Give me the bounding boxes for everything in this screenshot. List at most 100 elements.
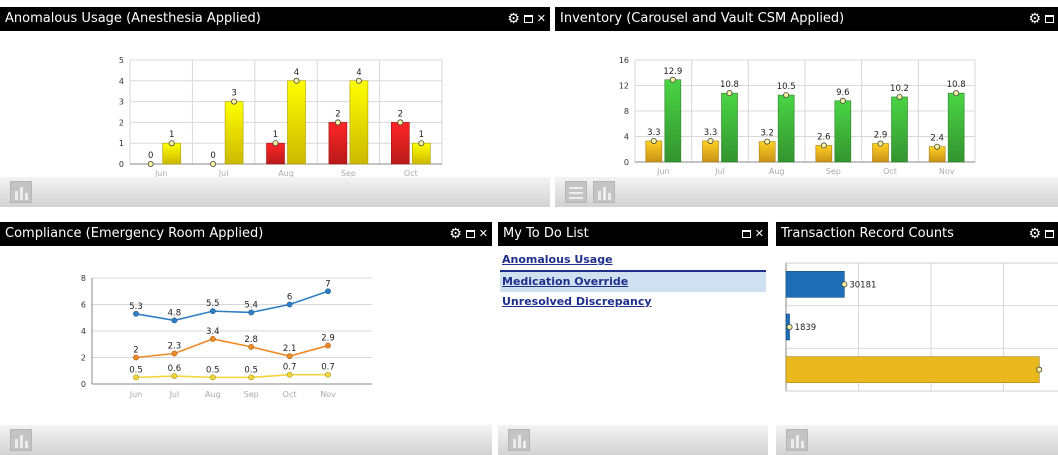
x-tick-label: Jun bbox=[129, 390, 143, 399]
panel-title: Inventory (Carousel and Vault CSM Applie… bbox=[560, 11, 845, 26]
bar bbox=[785, 356, 1040, 383]
series-line bbox=[135, 373, 328, 379]
data-point bbox=[133, 354, 139, 361]
close-icon[interactable]: ✕ bbox=[755, 227, 764, 241]
table-icon[interactable] bbox=[565, 181, 587, 203]
y-tick-label: 8 bbox=[624, 107, 629, 116]
chart-icon[interactable] bbox=[10, 429, 32, 451]
data-label: 2.1 bbox=[283, 344, 297, 354]
bar bbox=[162, 142, 181, 165]
x-tick-label: Aug bbox=[205, 390, 221, 399]
data-point bbox=[133, 310, 139, 317]
data-label: 0.5 bbox=[244, 365, 258, 375]
todo-titlebar[interactable]: My To Do List ✕ bbox=[498, 222, 768, 246]
data-point bbox=[325, 288, 331, 295]
bar-marker bbox=[839, 97, 846, 104]
minimize-icon[interactable] bbox=[1045, 15, 1054, 23]
close-icon[interactable]: ✕ bbox=[479, 227, 488, 241]
y-tick-label: 5 bbox=[119, 56, 124, 65]
data-point bbox=[209, 336, 216, 342]
bar-marker bbox=[669, 76, 676, 83]
data-point bbox=[133, 374, 139, 381]
data-label: 1 bbox=[419, 130, 424, 140]
data-label: 10.2 bbox=[890, 84, 909, 94]
bar-marker bbox=[272, 140, 279, 147]
x-tick-label: Sep bbox=[826, 167, 841, 176]
bar bbox=[390, 122, 410, 165]
y-tick-label: 8 bbox=[81, 274, 86, 283]
chart-icon[interactable] bbox=[508, 429, 530, 451]
panel-footer bbox=[0, 425, 492, 455]
y-tick-label: 6 bbox=[81, 301, 86, 310]
chart-icon[interactable] bbox=[786, 429, 808, 451]
y-tick-label: 0 bbox=[624, 158, 629, 167]
bar bbox=[777, 94, 795, 163]
data-label: 2.9 bbox=[874, 131, 888, 141]
x-tick-label: Oct bbox=[283, 390, 297, 399]
x-tick-label: Nov bbox=[939, 167, 955, 176]
bar bbox=[664, 79, 682, 163]
bar-marker bbox=[953, 90, 960, 97]
minimize-icon[interactable] bbox=[1045, 230, 1054, 238]
data-label: 2.4 bbox=[930, 134, 944, 144]
close-icon[interactable]: ✕ bbox=[537, 12, 546, 26]
x-tick-label: Jul bbox=[169, 390, 180, 399]
gear-icon[interactable]: ⚙ bbox=[507, 12, 520, 26]
chart-icon[interactable] bbox=[593, 181, 615, 203]
y-tick-label: 0 bbox=[119, 160, 124, 169]
panel-footer bbox=[0, 177, 550, 207]
inventory-titlebar[interactable]: Inventory (Carousel and Vault CSM Applie… bbox=[555, 7, 1058, 31]
anomalous-usage-panel: Anomalous Usage (Anesthesia Applied) ⚙ ✕… bbox=[0, 7, 550, 207]
minimize-icon[interactable] bbox=[465, 230, 475, 238]
gear-icon[interactable]: ⚙ bbox=[449, 227, 462, 241]
bar-marker bbox=[231, 98, 238, 105]
data-label: 1839 bbox=[795, 323, 817, 333]
bar-marker bbox=[334, 119, 341, 126]
chart-icon[interactable] bbox=[10, 181, 32, 203]
bar bbox=[721, 92, 738, 163]
todo-item-unresolved-discrepancy[interactable]: Unresolved Discrepancy bbox=[500, 292, 766, 312]
data-label: 10.8 bbox=[720, 80, 739, 90]
bar-marker bbox=[418, 140, 425, 147]
series-line bbox=[135, 338, 329, 359]
y-tick-label: 4 bbox=[81, 327, 86, 336]
todo-item-medication-override[interactable]: Medication Override bbox=[500, 272, 766, 292]
data-label: 0.7 bbox=[283, 363, 297, 373]
data-label: 0.5 bbox=[129, 365, 143, 375]
bar bbox=[328, 122, 348, 165]
minimize-icon[interactable] bbox=[741, 230, 751, 238]
x-tick-label: Jul bbox=[714, 167, 725, 176]
bar-marker bbox=[934, 143, 941, 150]
data-label: 3.4 bbox=[206, 327, 220, 337]
bar-marker bbox=[877, 140, 884, 147]
bar bbox=[702, 140, 719, 163]
anomalous-usage-titlebar[interactable]: Anomalous Usage (Anesthesia Applied) ⚙ ✕ bbox=[0, 7, 550, 31]
minimize-icon[interactable] bbox=[523, 15, 533, 23]
bar-marker bbox=[820, 142, 827, 149]
bar-marker bbox=[841, 281, 848, 288]
bar bbox=[891, 96, 908, 163]
data-label: 2.9 bbox=[321, 334, 335, 344]
data-label: 2.8 bbox=[244, 335, 258, 345]
data-label: 4 bbox=[356, 68, 361, 78]
data-label: 0 bbox=[148, 151, 153, 161]
bar-marker bbox=[786, 324, 793, 331]
bar bbox=[758, 141, 776, 163]
bar-marker bbox=[783, 92, 790, 99]
transactions-titlebar[interactable]: Transaction Record Counts ⚙ bbox=[776, 222, 1058, 246]
data-label: 9.6 bbox=[836, 88, 850, 98]
compliance-panel: Compliance (Emergency Room Applied) ⚙ ✕ … bbox=[0, 222, 492, 455]
gear-icon[interactable]: ⚙ bbox=[1028, 12, 1041, 26]
data-label: 0.6 bbox=[168, 364, 182, 374]
data-label: 0 bbox=[210, 151, 215, 161]
bar bbox=[287, 80, 306, 165]
y-tick-label: 16 bbox=[619, 56, 629, 65]
compliance-titlebar[interactable]: Compliance (Emergency Room Applied) ⚙ ✕ bbox=[0, 222, 492, 246]
gear-icon[interactable]: ⚙ bbox=[1028, 227, 1041, 241]
data-label: 10.5 bbox=[777, 82, 796, 92]
bar-marker bbox=[168, 140, 175, 147]
todo-item-anomalous-usage[interactable]: Anomalous Usage bbox=[500, 250, 766, 272]
y-tick-label: 2 bbox=[119, 118, 124, 127]
x-tick-label: Sep bbox=[244, 390, 259, 399]
series-line bbox=[135, 290, 329, 322]
